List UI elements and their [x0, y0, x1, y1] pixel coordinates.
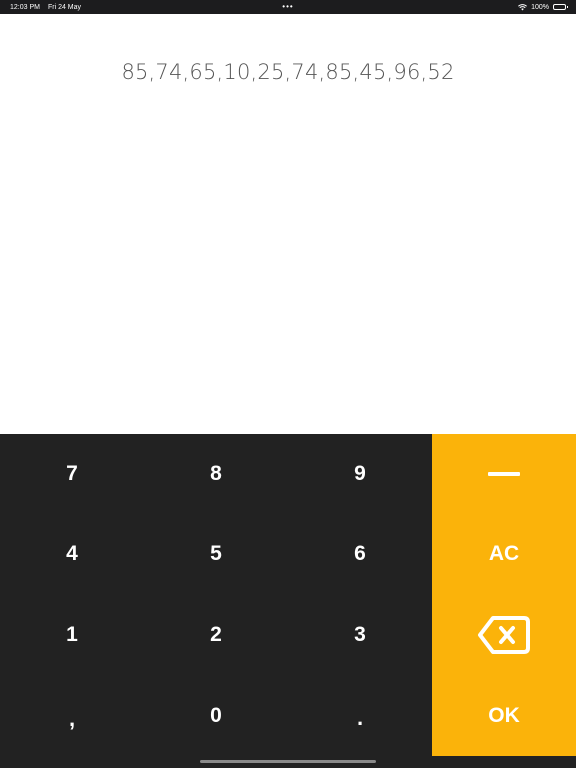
backspace-icon [478, 615, 530, 654]
key-9[interactable]: 9 [288, 434, 432, 514]
key-8[interactable]: 8 [144, 434, 288, 514]
key-comma[interactable]: , [0, 675, 144, 756]
key-5-label: 5 [210, 542, 222, 565]
home-indicator[interactable] [200, 760, 376, 763]
clear-button[interactable]: AC [432, 514, 576, 594]
minus-button[interactable] [432, 434, 576, 514]
key-0-label: 0 [210, 703, 222, 727]
battery-percentage: 100% [531, 3, 549, 11]
status-left: 12:03 PM Fri 24 May [10, 4, 81, 11]
status-right: 100% [518, 3, 568, 11]
key-9-label: 9 [354, 462, 366, 485]
ok-label: OK [488, 703, 520, 727]
key-2[interactable]: 2 [144, 594, 288, 675]
key-6-label: 6 [354, 542, 366, 565]
key-4[interactable]: 4 [0, 514, 144, 594]
number-display: 85,74,65,10,25,74,85,45,96,52 [0, 14, 576, 434]
key-6[interactable]: 6 [288, 514, 432, 594]
display-value: 85,74,65,10,25,74,85,45,96,52 [121, 60, 455, 84]
battery-icon [553, 4, 568, 10]
clear-label: AC [488, 542, 520, 565]
minus-icon [488, 472, 520, 476]
status-bar: 12:03 PM Fri 24 May ••• 100% [0, 0, 576, 14]
bottom-bar [0, 756, 576, 768]
keypad: 7 8 9 4 5 6 AC 1 2 3 , 0 . OK [0, 434, 576, 756]
key-0[interactable]: 0 [144, 675, 288, 756]
status-time: 12:03 PM [10, 3, 40, 11]
key-decimal[interactable]: . [288, 675, 432, 756]
ok-button[interactable]: OK [432, 675, 576, 756]
key-7-label: 7 [66, 462, 78, 485]
key-3-label: 3 [354, 622, 366, 646]
key-decimal-label: . [356, 704, 364, 730]
key-3[interactable]: 3 [288, 594, 432, 675]
key-4-label: 4 [66, 542, 78, 565]
key-8-label: 8 [210, 462, 222, 485]
key-1-label: 1 [66, 622, 78, 646]
key-1[interactable]: 1 [0, 594, 144, 675]
multitasking-dots[interactable]: ••• [282, 0, 293, 14]
key-7[interactable]: 7 [0, 434, 144, 514]
status-date: Fri 24 May [47, 3, 82, 11]
wifi-icon [518, 3, 528, 10]
key-5[interactable]: 5 [144, 514, 288, 594]
key-2-label: 2 [210, 622, 222, 646]
key-comma-label: , [68, 705, 76, 731]
backspace-button[interactable] [432, 594, 576, 675]
